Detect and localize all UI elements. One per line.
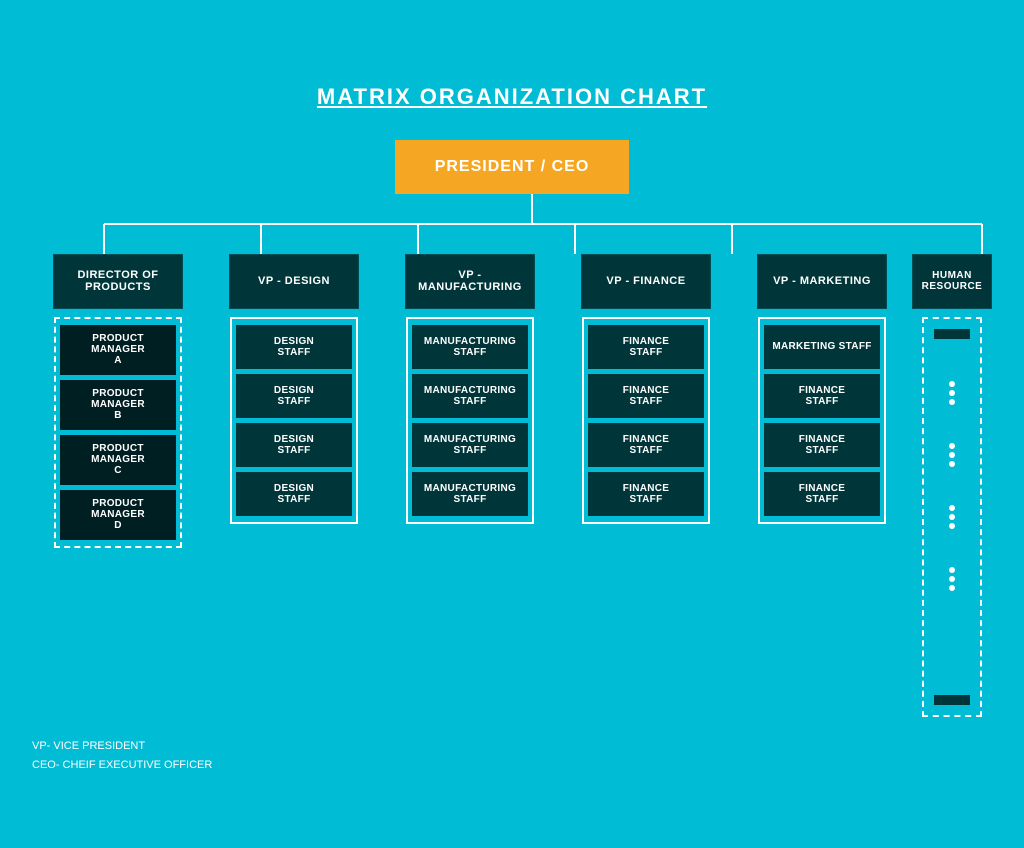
chart-title: MATRIX ORGANIZATION CHART <box>32 84 992 110</box>
staff-box-director-3: PRODUCT MANAGER D <box>60 490 176 540</box>
staff-box-fin-1: FINANCE STAFF <box>588 374 704 418</box>
legend: VP- VICE PRESIDENT CEO- CHEIF EXECUTIVE … <box>32 737 992 774</box>
staff-box-director-0: PRODUCT MANAGER A <box>60 325 176 375</box>
staff-box-fin-3: FINANCE STAFF <box>588 472 704 516</box>
staff-area-marketing: MARKETING STAFF FINANCE STAFF FINANCE ST… <box>758 317 886 524</box>
hr-dots-3 <box>928 505 976 529</box>
vp-box-finance: VP - FINANCE <box>581 254 711 309</box>
staff-box-mkt-3: FINANCE STAFF <box>764 472 880 516</box>
staff-box-mkt-1: FINANCE STAFF <box>764 374 880 418</box>
hr-dots-4 <box>928 567 976 591</box>
staff-box-mkt-0: MARKETING STAFF <box>764 325 880 369</box>
hr-dot <box>949 514 955 520</box>
hr-dots-2 <box>928 443 976 467</box>
staff-box-mfg-1: MANUFACTURING STAFF <box>412 374 528 418</box>
hr-dot <box>949 585 955 591</box>
staff-box-fin-2: FINANCE STAFF <box>588 423 704 467</box>
hr-dot <box>949 399 955 405</box>
legend-line2: CEO- CHEIF EXECUTIVE OFFICER <box>32 756 992 775</box>
staff-box-mfg-3: MANUFACTURING STAFF <box>412 472 528 516</box>
hr-dot <box>949 505 955 511</box>
hr-dots-1 <box>928 381 976 405</box>
staff-area-director: PRODUCT MANAGER A PRODUCT MANAGER B PROD… <box>54 317 182 548</box>
ceo-box: PRESIDENT / CEO <box>395 140 630 194</box>
hr-dot <box>949 576 955 582</box>
hr-dot <box>949 390 955 396</box>
vp-box-design: VP - DESIGN <box>229 254 359 309</box>
staff-box-director-1: PRODUCT MANAGER B <box>60 380 176 430</box>
staff-box-design-0: DESIGN STAFF <box>236 325 352 369</box>
hr-dot <box>949 523 955 529</box>
hr-dot <box>949 452 955 458</box>
vp-box-marketing: VP - MARKETING <box>757 254 887 309</box>
hr-staff-area <box>922 317 982 717</box>
connector-area <box>32 194 992 254</box>
connector-svg <box>32 194 992 254</box>
vp-box-manufacturing: VP - MANUFACTURING <box>405 254 535 309</box>
hr-bottom-bar <box>934 695 970 705</box>
staff-box-mfg-2: MANUFACTURING STAFF <box>412 423 528 467</box>
col-finance: VP - FINANCE FINANCE STAFF FINANCE STAFF… <box>560 254 732 524</box>
staff-area-design: DESIGN STAFF DESIGN STAFF DESIGN STAFF D… <box>230 317 358 524</box>
staff-box-fin-0: FINANCE STAFF <box>588 325 704 369</box>
staff-box-design-1: DESIGN STAFF <box>236 374 352 418</box>
staff-box-mkt-2: FINANCE STAFF <box>764 423 880 467</box>
staff-area-finance: FINANCE STAFF FINANCE STAFF FINANCE STAF… <box>582 317 710 524</box>
col-hr: HUMAN RESOURCE <box>912 254 992 717</box>
vp-box-director: DIRECTOR OF PRODUCTS <box>53 254 183 309</box>
vp-box-hr: HUMAN RESOURCE <box>912 254 992 309</box>
hr-top-bar <box>934 329 970 339</box>
hr-dot <box>949 461 955 467</box>
legend-line1: VP- VICE PRESIDENT <box>32 737 992 756</box>
staff-box-mfg-0: MANUFACTURING STAFF <box>412 325 528 369</box>
ceo-level: PRESIDENT / CEO <box>32 140 992 194</box>
staff-box-design-3: DESIGN STAFF <box>236 472 352 516</box>
columns-row: DIRECTOR OF PRODUCTS PRODUCT MANAGER A P… <box>32 254 992 717</box>
col-marketing: VP - MARKETING MARKETING STAFF FINANCE S… <box>736 254 908 524</box>
col-manufacturing: VP - MANUFACTURING MANUFACTURING STAFF M… <box>384 254 556 524</box>
chart-container: MATRIX ORGANIZATION CHART PRESIDENT / CE… <box>12 54 1012 794</box>
staff-area-manufacturing: MANUFACTURING STAFF MANUFACTURING STAFF … <box>406 317 534 524</box>
staff-box-design-2: DESIGN STAFF <box>236 423 352 467</box>
hr-dot <box>949 381 955 387</box>
hr-dot <box>949 567 955 573</box>
col-director: DIRECTOR OF PRODUCTS PRODUCT MANAGER A P… <box>32 254 204 548</box>
col-design: VP - DESIGN DESIGN STAFF DESIGN STAFF DE… <box>208 254 380 524</box>
hr-dot <box>949 443 955 449</box>
staff-box-director-2: PRODUCT MANAGER C <box>60 435 176 485</box>
